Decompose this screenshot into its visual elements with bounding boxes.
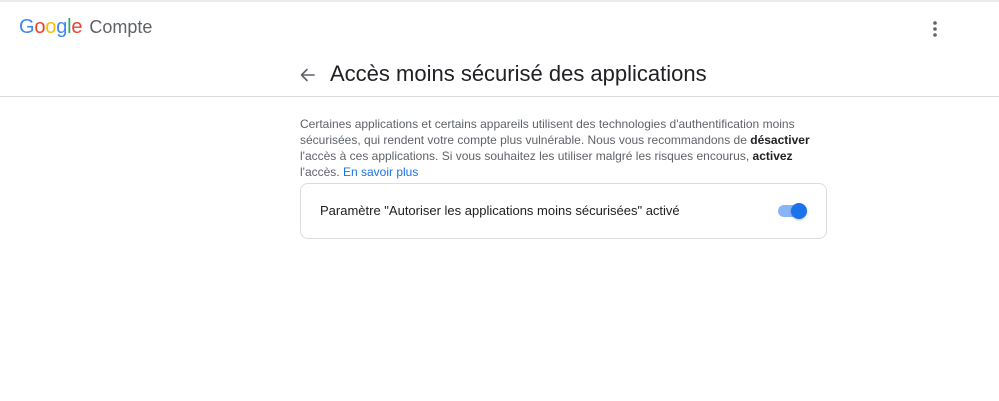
logo-letter-o1: o [34, 16, 46, 38]
logo-letter-o2: o [45, 16, 57, 38]
description-bold-disable: désactiver [750, 133, 810, 147]
description-part-2: l'accès à ces applications. Si vous souh… [300, 149, 753, 163]
google-account-logo[interactable]: Google Compte [19, 16, 152, 40]
app-header: Google Compte [0, 2, 999, 54]
description-bold-enable: activez [752, 149, 793, 163]
learn-more-link[interactable]: En savoir plus [343, 165, 418, 179]
page-title: Accès moins sécurisé des applications [330, 61, 707, 86]
more-vert-icon [933, 21, 937, 37]
description-part-3: l'accès. [300, 165, 343, 179]
less-secure-apps-toggle[interactable] [778, 201, 808, 221]
logo-letter-g1: G [19, 16, 35, 38]
less-secure-apps-setting-card: Paramètre "Autoriser les applications mo… [300, 183, 827, 239]
logo-letter-e: e [71, 16, 83, 38]
product-name: Compte [89, 17, 153, 37]
setting-label: Paramètre "Autoriser les applications mo… [320, 203, 680, 218]
description-part-1: Certaines applications et certains appar… [300, 117, 795, 147]
logo-letter-g2: g [56, 16, 68, 38]
toggle-thumb [791, 203, 807, 219]
arrow-back-icon [300, 68, 315, 82]
description-text: Certaines applications et certains appar… [300, 116, 832, 180]
title-bar: Accès moins sécurisé des applications [0, 54, 999, 97]
back-button[interactable] [294, 62, 320, 88]
more-options-button[interactable] [920, 14, 950, 44]
